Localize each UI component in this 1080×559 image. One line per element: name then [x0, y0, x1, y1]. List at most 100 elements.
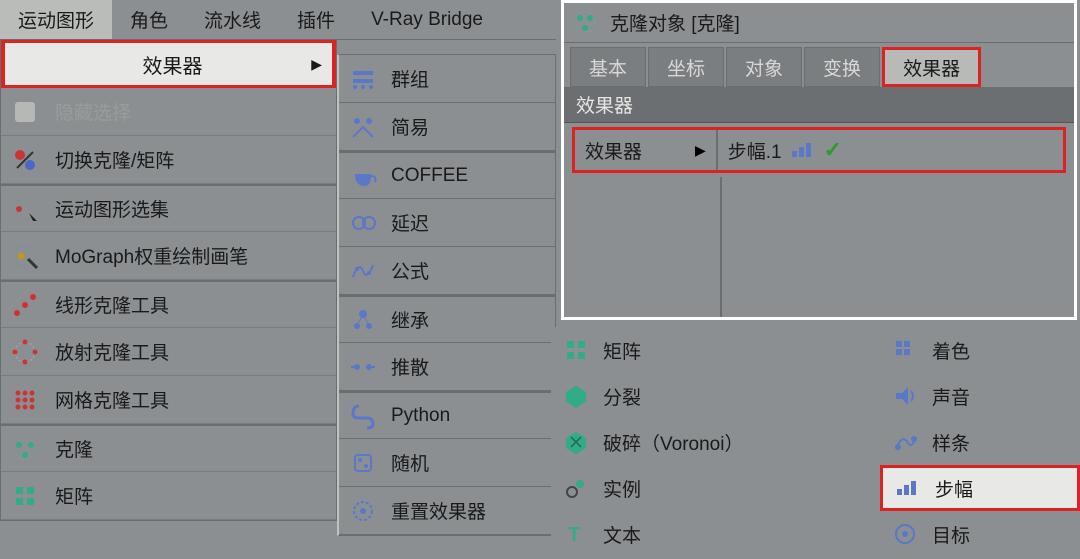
list-item-label: 目标	[932, 521, 970, 548]
tab-object[interactable]: 对象	[726, 47, 802, 87]
submenu-label: 公式	[391, 257, 429, 284]
attr-effectors-field[interactable]: 效果器 ▶ 步幅.1 ✓	[572, 127, 1066, 173]
voronoi-icon	[561, 427, 591, 457]
matrix-icon	[9, 480, 41, 512]
list-item-target[interactable]: 目标	[880, 511, 1080, 557]
submenu-item-push-apart[interactable]: 推散	[339, 343, 555, 391]
menu-pipeline[interactable]: 流水线	[186, 0, 279, 39]
list-item-fracture[interactable]: 分裂	[551, 373, 879, 419]
dropdown-label: MoGraph权重绘制画笔	[55, 242, 248, 269]
tab-coord[interactable]: 坐标	[648, 47, 724, 87]
list-item-label: 步幅	[935, 475, 973, 502]
reeffector-icon	[347, 495, 379, 527]
tab-effectors[interactable]: 效果器	[882, 47, 981, 87]
list-item-label: 声音	[932, 383, 970, 410]
dropdown-item-effector[interactable]: 效果器 ▶	[1, 40, 336, 88]
menubar: 运动图形 角色 流水线 插件 V-Ray Bridge	[0, 0, 556, 40]
attr-section-title: 效果器	[564, 87, 1074, 123]
list-item-step[interactable]: 步幅	[880, 465, 1080, 511]
submenu-item-coffee[interactable]: COFFEE	[339, 151, 555, 199]
attr-tabs: 基本 坐标 对象 变换 效果器	[564, 43, 1074, 87]
list-item-label: 着色	[932, 337, 970, 364]
dropdown-label: 线形克隆工具	[55, 291, 169, 318]
dropdown-arrow-icon: ▶	[695, 142, 706, 159]
submenu-label: 随机	[391, 449, 429, 476]
dropdown-item-toggle-clone-matrix[interactable]: 切换克隆/矩阵	[1, 136, 336, 184]
push-apart-icon	[347, 351, 379, 383]
list-item-spline[interactable]: 样条	[880, 419, 1080, 465]
fracture-icon	[561, 381, 591, 411]
menu-character[interactable]: 角色	[112, 0, 186, 39]
submenu-item-group[interactable]: 群组	[339, 55, 555, 103]
attr-header: 克隆对象 [克隆]	[564, 3, 1074, 43]
group-icon	[347, 63, 379, 95]
attr-field-label: 效果器	[585, 137, 695, 164]
effector-label: 效果器	[143, 50, 203, 79]
dropdown-item-cloner[interactable]: 克隆	[1, 424, 336, 472]
object-list-1: 矩阵 分裂 破碎（Voronoi） 实例 T 文本	[551, 327, 879, 557]
dropdown-item-linear-clone-tool[interactable]: 线形克隆工具	[1, 280, 336, 328]
submenu-item-inheritance[interactable]: 继承	[339, 295, 555, 343]
submenu-arrow-icon: ▶	[311, 56, 322, 73]
object-list-2: 着色 声音 样条 步幅 目标	[880, 327, 1080, 557]
list-item-shader[interactable]: 着色	[880, 327, 1080, 373]
hide-selection-icon	[9, 96, 41, 128]
list-item-text[interactable]: T 文本	[551, 511, 879, 557]
submenu-label: Python	[391, 405, 450, 427]
list-item-label: 文本	[603, 521, 641, 548]
instance-icon	[561, 473, 591, 503]
dropdown-label: 切换克隆/矩阵	[55, 146, 174, 173]
submenu-item-random[interactable]: 随机	[339, 439, 555, 487]
list-item-matrix[interactable]: 矩阵	[551, 327, 879, 373]
dropdown-item-radial-clone-tool[interactable]: 放射克隆工具	[1, 328, 336, 376]
tab-basic[interactable]: 基本	[570, 47, 646, 87]
cloner-object-icon	[572, 9, 600, 37]
menu-vray-bridge[interactable]: V-Ray Bridge	[353, 0, 501, 39]
formula-icon	[347, 255, 379, 287]
dropdown-item-matrix[interactable]: 矩阵	[1, 472, 336, 520]
dropdown-item-hide-selection[interactable]: 隐藏选择	[1, 88, 336, 136]
check-icon: ✓	[824, 137, 842, 163]
spline-icon	[890, 427, 920, 457]
dropdown-item-grid-clone-tool[interactable]: 网格克隆工具	[1, 376, 336, 424]
list-item-label: 矩阵	[603, 337, 641, 364]
dropdown-item-mograph-selection[interactable]: 运动图形选集	[1, 184, 336, 232]
dropdown-label: 克隆	[55, 435, 93, 462]
delay-icon	[347, 207, 379, 239]
submenu-item-plain[interactable]: 简易	[339, 103, 555, 151]
attribute-panel: 克隆对象 [克隆] 基本 坐标 对象 变换 效果器 效果器 效果器 ▶ 步幅.1…	[561, 0, 1077, 320]
menu-mograph[interactable]: 运动图形	[0, 0, 112, 39]
tab-transform[interactable]: 变换	[804, 47, 880, 87]
text-icon: T	[561, 519, 591, 549]
svg-text:T: T	[568, 524, 580, 546]
cloner-icon	[9, 433, 41, 465]
radial-clone-icon	[9, 336, 41, 368]
submenu-label: COFFEE	[391, 165, 468, 187]
submenu-item-formula[interactable]: 公式	[339, 247, 555, 295]
submenu-item-python[interactable]: Python	[339, 391, 555, 439]
submenu-label: 简易	[391, 113, 429, 140]
effector-submenu: 群组 简易 COFFEE 延迟 公式 继承 推散 Python 随机 重置效果器	[337, 54, 556, 536]
dropdown-label: 运动图形选集	[55, 195, 169, 222]
linear-clone-icon	[9, 289, 41, 321]
mograph-dropdown: 效果器 ▶ 隐藏选择 切换克隆/矩阵 运动图形选集 MoGraph权重绘制画笔 …	[0, 40, 337, 521]
list-item-voronoi-fracture[interactable]: 破碎（Voronoi）	[551, 419, 879, 465]
list-item-label: 实例	[603, 475, 641, 502]
submenu-item-reeffector[interactable]: 重置效果器	[339, 487, 555, 535]
submenu-item-delay[interactable]: 延迟	[339, 199, 555, 247]
grid-clone-icon	[9, 384, 41, 416]
menu-plugins[interactable]: 插件	[279, 0, 353, 39]
attr-field-value: 步幅.1 ✓	[716, 130, 1063, 170]
sound-icon	[890, 381, 920, 411]
dropdown-label: 放射克隆工具	[55, 338, 169, 365]
inheritance-icon	[347, 304, 379, 336]
list-item-sound[interactable]: 声音	[880, 373, 1080, 419]
python-icon	[347, 400, 379, 432]
dropdown-label: 矩阵	[55, 482, 93, 509]
dropdown-item-mograph-weight-brush[interactable]: MoGraph权重绘制画笔	[1, 232, 336, 280]
submenu-label: 推散	[391, 353, 429, 380]
random-icon	[347, 447, 379, 479]
shader-icon	[890, 335, 920, 365]
list-item-instance[interactable]: 实例	[551, 465, 879, 511]
coffee-icon	[347, 160, 379, 192]
